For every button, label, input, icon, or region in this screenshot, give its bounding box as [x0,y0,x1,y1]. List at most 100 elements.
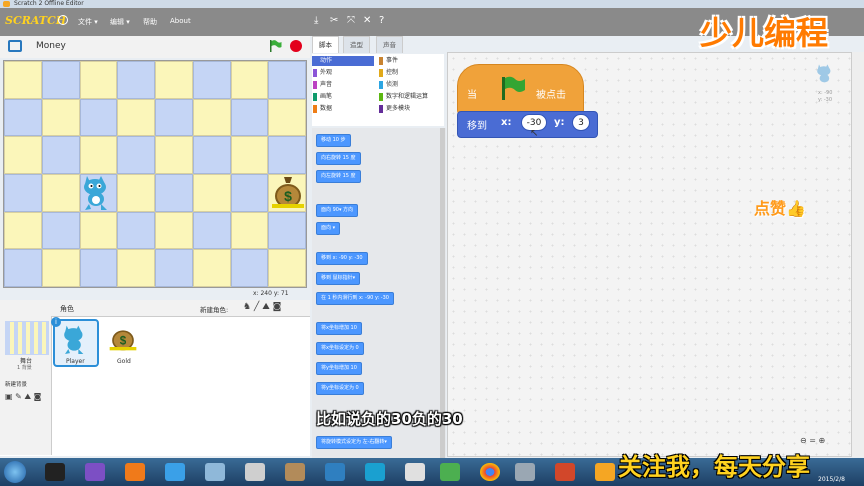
taskbar-app-icon[interactable] [125,463,145,481]
category-swatch [313,105,317,113]
sprite-name-gold: Gold [117,358,131,365]
taskbar-app-icon[interactable] [515,463,535,481]
shrink-icon[interactable]: ✕ [363,15,371,26]
stage-grid-cell [4,249,42,287]
stage-grid-cell [4,61,42,99]
taskbar-app-icon[interactable] [365,463,385,481]
palette-block[interactable]: 移到 鼠标指针▾ [316,272,361,285]
palette-block[interactable]: 将y坐标设定为 0 [316,382,364,395]
stage-grid-cell [79,211,118,250]
stage-grid-cell [79,249,118,287]
palette-block[interactable]: 在 1 秒内滑行到 x: -90 y: -30 [316,292,394,305]
category-item[interactable]: 事件 [378,56,440,66]
menu-help[interactable]: 帮助 [143,17,157,27]
green-flag-icon[interactable] [269,40,282,52]
stage-grid-cell [230,61,269,99]
taskbar-powerpoint-icon[interactable] [555,463,575,481]
palette-block[interactable]: 向左旋转 15 度 [316,170,361,183]
stage-grid-cell [268,249,306,287]
category-swatch [313,93,317,101]
palette-block[interactable]: 将x坐标设定为 0 [316,342,364,355]
category-item[interactable]: 侦测 [378,80,440,90]
menu-about[interactable]: About [170,17,191,25]
category-item[interactable]: 画笔 [312,92,374,102]
taskbar-app-icon[interactable] [85,463,105,481]
stage-grid-cell [230,211,269,250]
category-item[interactable]: 声音 [312,80,374,90]
stage-grid-cell [192,174,231,212]
stage-grid-cell [117,61,155,99]
scripts-scrollbar[interactable] [852,52,864,457]
taskbar-app-icon[interactable] [165,463,185,481]
sprite-x-readout: x: -90 [818,90,833,96]
gold-money-bag-sprite[interactable]: $ [270,174,306,210]
y-label: y: [554,117,565,128]
stage-grid-cell [41,98,80,137]
stop-button[interactable] [290,40,302,52]
taskbar-app-icon[interactable] [245,463,265,481]
category-item[interactable]: 外观 [312,68,374,78]
follow-overlay: 关注我，每天分享 [618,453,810,481]
block-categories: 动作 事件 外观 控制声音 侦测画笔 数字和逻辑运算数据 更多模块 [312,54,444,126]
fullscreen-button[interactable] [8,40,22,52]
sprites-title: 角色 [60,305,74,313]
taskbar-scratch-icon[interactable] [595,463,615,481]
category-swatch [313,69,317,77]
taskbar-app-icon[interactable] [285,463,305,481]
tab-sounds[interactable]: 声音 [376,36,403,53]
duplicate-stamp-icon[interactable]: ⤓ [314,15,318,26]
new-sprite-icons[interactable]: ♞ ╱ ⛰ ◙ [243,302,281,312]
y-value-input[interactable]: 3 [572,114,590,131]
category-label: 数字和逻辑运算 [386,93,429,100]
hat-green-flag-icon [502,76,525,100]
stage-grid-cell [79,98,118,137]
grow-icon[interactable]: ⤧ [347,15,355,26]
stage-grid-cell [155,98,193,137]
delete-scissors-icon[interactable]: ✂ [330,15,338,26]
category-label: 控制 [386,69,399,76]
player-cat-sprite[interactable] [79,172,115,212]
stage-grid-cell [117,174,155,212]
zoom-controls[interactable]: ⊖ = ⊕ [800,436,825,445]
window-title-bar: Scratch 2 Offline Editor [0,0,864,8]
taskbar-app-icon[interactable] [325,463,345,481]
category-label: 侦测 [386,81,399,88]
start-button[interactable] [4,461,26,483]
palette-block[interactable]: 将x坐标增加 10 [316,322,362,335]
mouse-cursor-icon: ↖ [530,128,539,139]
app-icon [3,1,10,7]
palette-block[interactable]: 面向 ▾ [316,222,341,235]
category-item[interactable]: 动作 [312,56,374,66]
svg-text:$: $ [120,335,127,348]
tab-costumes[interactable]: 造型 [343,36,370,53]
menu-edit[interactable]: 编辑 ▾ [110,17,130,27]
language-globe-icon[interactable] [58,15,68,25]
block-help-icon[interactable]: ? [379,15,384,26]
category-item[interactable]: 数据 [312,104,374,114]
category-item[interactable]: 更多模块 [378,104,440,114]
category-swatch [379,93,383,101]
project-title[interactable]: Money [36,41,66,51]
palette-block[interactable]: 将旋转模式设定为 左-右翻转▾ [316,436,392,449]
taskbar-app-icon[interactable] [205,463,225,481]
new-backdrop-icons[interactable]: ▣ ✎ ⛰ ◙ [5,392,41,402]
stage-canvas[interactable] [3,60,307,288]
taskbar-app-icon[interactable] [440,463,460,481]
palette-block[interactable]: 移到 x: -90 y: -30 [316,252,368,265]
palette-block[interactable]: 移动 10 步 [316,134,351,147]
category-item[interactable]: 数字和逻辑运算 [378,92,440,102]
taskbar-app-icon[interactable] [405,463,425,481]
stage-grid-cell [268,61,306,99]
menu-file[interactable]: 文件 ▾ [78,17,98,27]
taskbar-cmd-icon[interactable] [45,463,65,481]
stage-thumbnail[interactable] [5,321,49,355]
tab-scripts[interactable]: 脚本 [312,36,339,53]
category-label: 声音 [320,81,333,88]
palette-block[interactable]: 面向 90▾ 方向 [316,204,359,217]
gold-thumbnail[interactable]: $ [108,322,138,352]
palette-block[interactable]: 将y坐标增加 10 [316,362,362,375]
category-item[interactable]: 控制 [378,68,440,78]
taskbar-chrome-icon[interactable] [480,463,500,481]
category-swatch [379,105,383,113]
palette-block[interactable]: 向右旋转 15 度 [316,152,361,165]
